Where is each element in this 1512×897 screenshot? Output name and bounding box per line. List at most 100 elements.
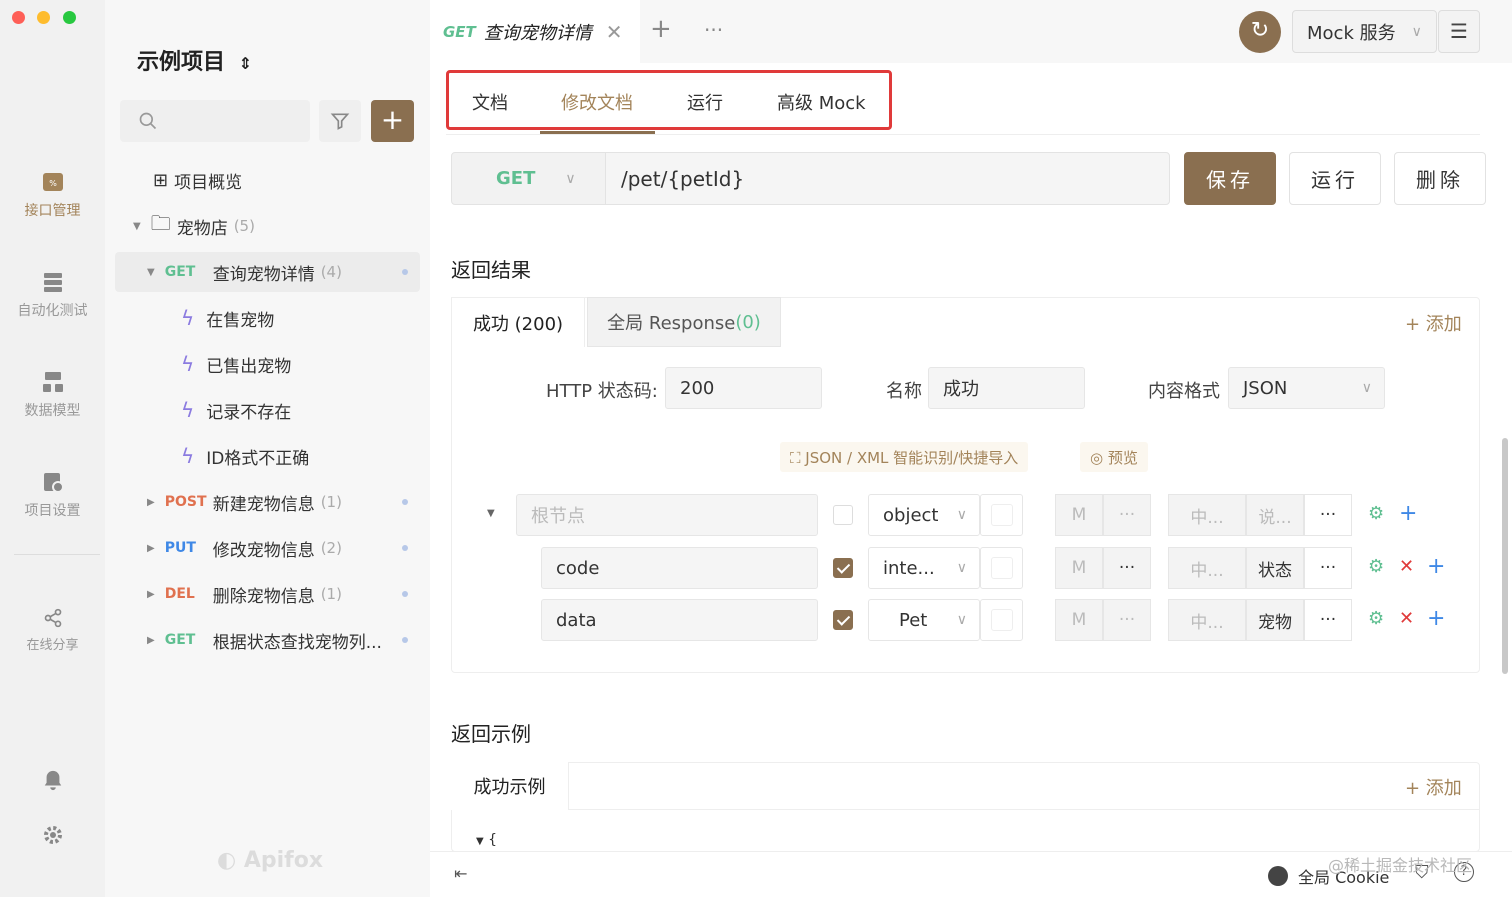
mock-cell[interactable]: M xyxy=(1055,547,1103,589)
sidebar-item-overview[interactable]: ⊞ 项目概览 xyxy=(115,160,420,200)
sync-button[interactable]: ↻ xyxy=(1239,11,1281,53)
description: 状态 xyxy=(1258,560,1292,581)
description-input[interactable]: 说... xyxy=(1246,494,1304,536)
nav-data-model[interactable]: 数据模型 xyxy=(0,370,105,420)
sidebar-folder-petstore[interactable]: ▼ 🗀 宠物店 (5) xyxy=(115,206,420,246)
status-code-input[interactable]: 200 xyxy=(665,367,822,409)
settings-icon[interactable]: ⚙ xyxy=(1368,503,1384,524)
tab-global-response[interactable]: 全局 Response (0) xyxy=(587,297,781,347)
nav-online-share[interactable]: 在线分享 xyxy=(0,608,105,653)
url-input[interactable]: /pet/{petId} xyxy=(605,152,1170,205)
scan-icon: ⛶ xyxy=(790,449,806,467)
tab-label: 成功 (200) xyxy=(472,313,564,335)
filter-button[interactable] xyxy=(319,100,361,142)
sidebar-item-case[interactable]: ϟ 记录不存在 xyxy=(115,390,420,430)
sidebar-item-case[interactable]: ϟ 已售出宠物 xyxy=(115,344,420,384)
tab-run[interactable]: 运行 xyxy=(687,89,723,115)
description-input[interactable]: 状态 xyxy=(1246,547,1304,589)
type-select[interactable]: inte... ∨ xyxy=(868,547,980,589)
sidebar-item-find-by-status[interactable]: ▶ GET 根据状态查找宠物列... xyxy=(115,620,420,660)
chinese-name-input[interactable]: 中... xyxy=(1168,494,1246,536)
chinese-name-input[interactable]: 中... xyxy=(1168,599,1246,641)
mock-cell[interactable]: M xyxy=(1055,494,1103,536)
nullable-checkbox[interactable] xyxy=(991,504,1013,526)
method-badge: POST xyxy=(164,494,207,510)
grid-icon: ⊞ xyxy=(153,169,169,191)
save-button[interactable]: 保存 xyxy=(1184,152,1276,205)
mock-more-button[interactable]: ··· xyxy=(1103,494,1151,536)
sidebar-item-del-pet[interactable]: ▶ DEL 删除宠物信息 (1) xyxy=(115,574,420,614)
scrollbar[interactable] xyxy=(1502,438,1508,674)
search-input[interactable] xyxy=(120,100,310,142)
nav-automation-test[interactable]: 自动化测试 xyxy=(0,270,105,320)
type-select[interactable]: Pet ∨ xyxy=(868,599,980,641)
row-more-button[interactable]: ··· xyxy=(1304,547,1352,589)
project-title[interactable]: 示例项目 ⇕ xyxy=(137,44,252,76)
schema-name-input[interactable]: data xyxy=(541,599,818,641)
mock-more-button[interactable]: ··· xyxy=(1103,599,1151,641)
sidebar-item-case[interactable]: ϟ 在售宠物 xyxy=(115,298,420,338)
row-more-button[interactable]: ··· xyxy=(1304,494,1352,536)
preview-button[interactable]: ◎ 预览 xyxy=(1080,442,1148,472)
caret-down-icon[interactable]: ▼ xyxy=(487,508,495,519)
type-select[interactable]: object ∨ xyxy=(868,494,980,536)
chinese-name: 中... xyxy=(1190,612,1224,633)
mock-more-button[interactable]: ··· xyxy=(1103,547,1151,589)
nav-api-management[interactable]: % 接口管理 xyxy=(0,170,105,220)
required-checkbox[interactable] xyxy=(833,558,853,578)
window-minimize-button[interactable] xyxy=(37,11,50,24)
run-button[interactable]: 运行 xyxy=(1289,152,1381,205)
schema-name-input[interactable]: code xyxy=(541,547,818,589)
chinese-name-input[interactable]: 中... xyxy=(1168,547,1246,589)
tab-get-pet-detail[interactable]: GET 查询宠物详情 ✕ xyxy=(430,0,640,63)
close-icon[interactable]: ✕ xyxy=(1399,556,1414,577)
mock-cell[interactable]: M xyxy=(1055,599,1103,641)
description-input[interactable]: 宠物 xyxy=(1246,599,1304,641)
mock-service-select[interactable]: Mock 服务 ∨ xyxy=(1292,10,1437,53)
examples-title: 返回示例 xyxy=(451,722,531,746)
tab-docs[interactable]: 文档 xyxy=(472,89,508,115)
add-child-icon[interactable]: + xyxy=(1399,501,1417,526)
delete-button[interactable]: 删除 xyxy=(1394,152,1486,205)
close-icon[interactable]: ✕ xyxy=(1399,608,1414,629)
tab-edit-docs[interactable]: 修改文档 xyxy=(561,89,633,115)
required-checkbox[interactable] xyxy=(833,505,853,525)
nullable-checkbox[interactable] xyxy=(991,609,1013,631)
bell-icon[interactable] xyxy=(42,768,64,792)
window-maximize-button[interactable] xyxy=(63,11,76,24)
format-select[interactable]: JSON ∨ xyxy=(1228,367,1385,409)
status-dot xyxy=(402,269,408,275)
sidebar-item-post-pet[interactable]: ▶ POST 新建宠物信息 (1) xyxy=(115,482,420,522)
tab-success-200[interactable]: 成功 (200) xyxy=(451,297,585,347)
more-tabs-button[interactable]: ··· xyxy=(704,18,723,42)
nav-project-settings[interactable]: 项目设置 xyxy=(0,470,105,520)
add-response-button[interactable]: + 添加 xyxy=(1405,310,1462,336)
tab-success-example[interactable]: 成功示例 xyxy=(451,762,569,810)
json-import-button[interactable]: ⛶ JSON / XML 智能识别/快捷导入 xyxy=(780,442,1029,472)
name-input[interactable]: 成功 xyxy=(928,367,1085,409)
row-more-button[interactable]: ··· xyxy=(1304,599,1352,641)
add-tab-button[interactable]: + xyxy=(650,14,672,44)
add-sibling-icon[interactable]: + xyxy=(1427,606,1445,631)
required-checkbox[interactable] xyxy=(833,610,853,630)
add-sibling-icon[interactable]: + xyxy=(1427,554,1445,579)
nullable-checkbox[interactable] xyxy=(991,557,1013,579)
sidebar-item-case[interactable]: ϟ ID格式不正确 xyxy=(115,436,420,476)
schema-name-input[interactable]: 根节点 xyxy=(516,494,818,536)
gear-icon[interactable] xyxy=(41,823,65,847)
watermark: @稀土掘金技术社区 xyxy=(1328,856,1473,875)
sidebar-item-put-pet[interactable]: ▶ PUT 修改宠物信息 (2) xyxy=(115,528,420,568)
add-button[interactable]: + xyxy=(371,100,414,142)
caret-down-icon[interactable]: ▼ xyxy=(476,836,484,847)
add-example-button[interactable]: + 添加 xyxy=(1405,774,1462,800)
settings-icon[interactable]: ⚙ xyxy=(1368,556,1384,577)
method-select[interactable]: GET ∨ xyxy=(451,152,606,205)
settings-icon[interactable]: ⚙ xyxy=(1368,608,1384,629)
tab-advanced-mock[interactable]: 高级 Mock xyxy=(777,89,866,115)
collapse-sidebar-icon[interactable]: ⇤ xyxy=(454,864,467,883)
window-close-button[interactable] xyxy=(12,11,25,24)
sidebar-item-get-pet-detail[interactable]: ▼ GET 查询宠物详情 (4) xyxy=(115,252,420,292)
close-icon[interactable]: ✕ xyxy=(606,20,623,44)
more-icon: ··· xyxy=(1319,610,1337,630)
menu-button[interactable]: ☰ xyxy=(1438,10,1480,53)
